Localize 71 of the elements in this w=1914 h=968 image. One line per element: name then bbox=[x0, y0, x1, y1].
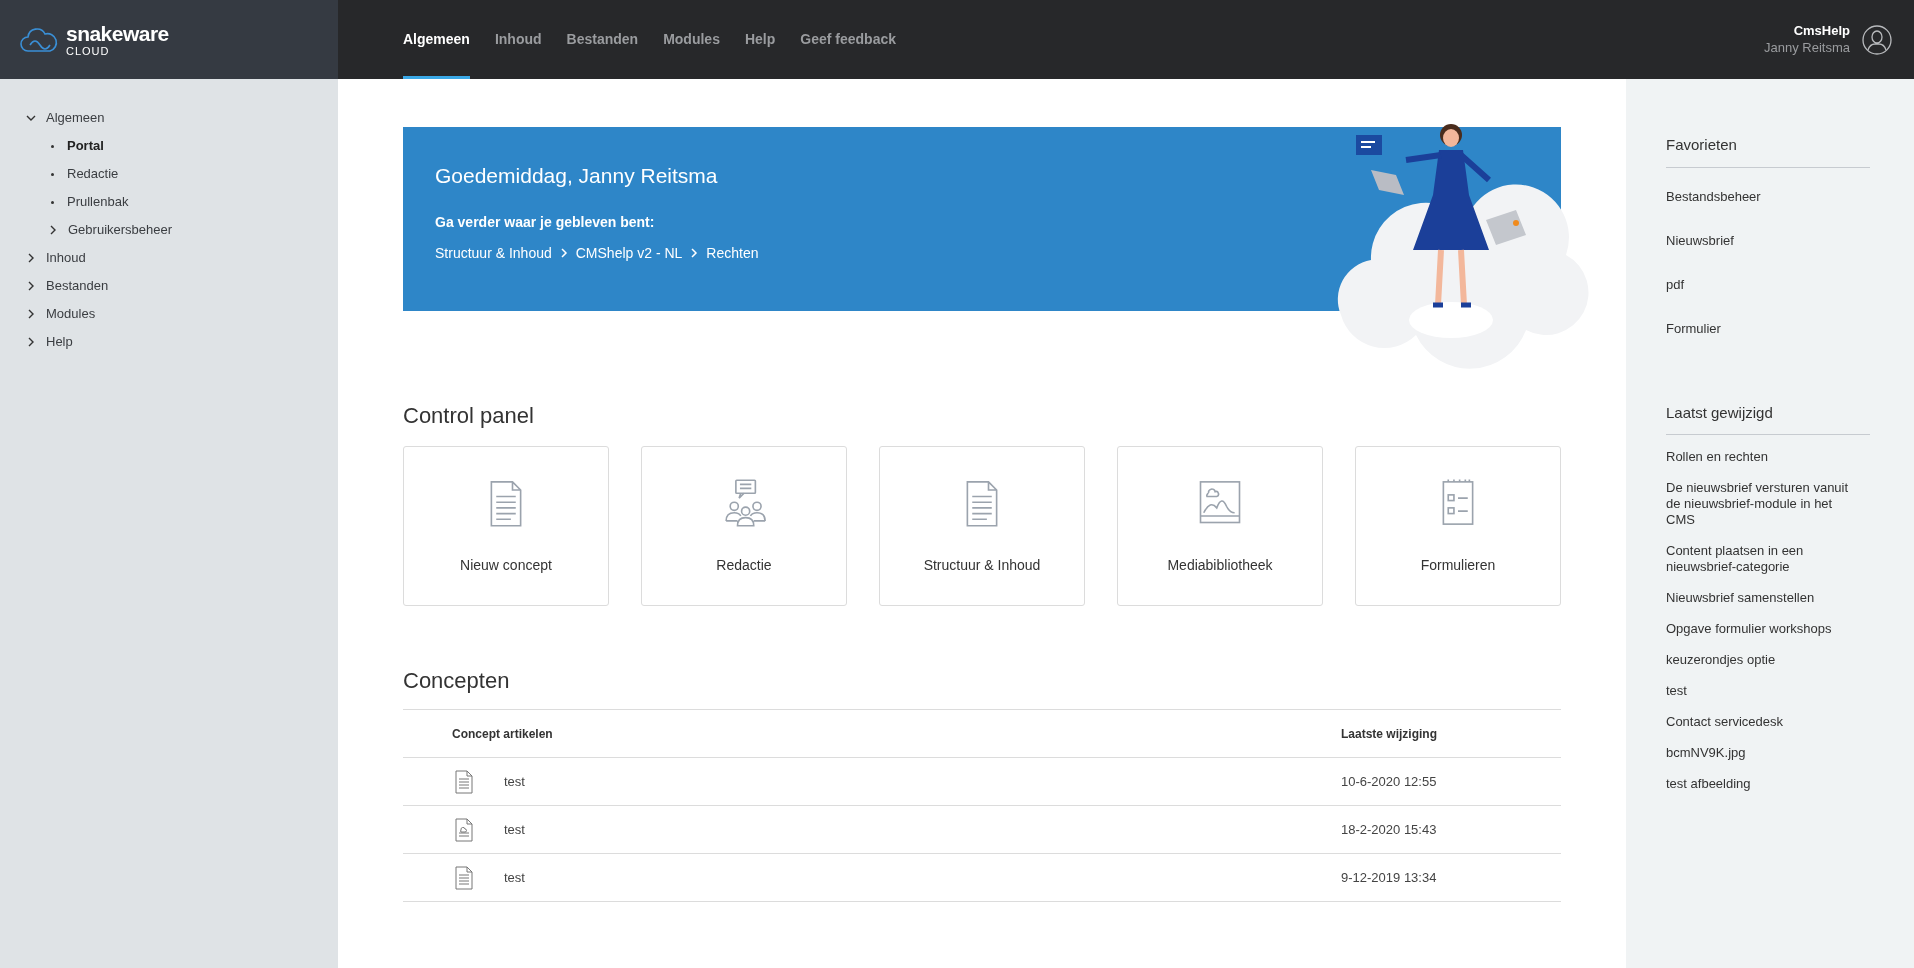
recent-link[interactable]: Content plaatsen in een nieuwsbrief-categorie bbox=[1666, 543, 1856, 575]
recent-link[interactable]: Rollen en rechten bbox=[1666, 449, 1856, 465]
chevron-right-icon[interactable] bbox=[48, 225, 58, 235]
document-icon bbox=[454, 769, 474, 794]
chevron-right-icon[interactable] bbox=[26, 309, 36, 319]
table-cell-text: 18-2-2020 15:43 bbox=[1341, 820, 1438, 839]
nav-tab[interactable]: Geef feedback bbox=[800, 0, 896, 79]
user-avatar-icon[interactable] bbox=[1862, 24, 1892, 55]
site-name: CmsHelp bbox=[1793, 23, 1850, 40]
document-icon bbox=[454, 865, 474, 890]
chevron-right-icon[interactable] bbox=[26, 281, 36, 291]
sidebar-item[interactable]: Modules bbox=[46, 304, 96, 324]
image-document-icon bbox=[454, 817, 474, 842]
control-panel-tile[interactable]: Mediabibliotheek bbox=[1117, 446, 1323, 606]
concept-title-link[interactable]: test bbox=[504, 869, 525, 885]
sidebar-item[interactable]: Redactie bbox=[67, 164, 119, 184]
nav-tab[interactable]: Algemeen bbox=[403, 0, 470, 79]
recent-link[interactable]: Contact servicedesk bbox=[1666, 714, 1856, 730]
control-panel-tile[interactable]: Nieuw concept bbox=[403, 446, 609, 606]
control-panel-tile[interactable]: Structuur & Inhoud bbox=[879, 446, 1085, 606]
panel-heading: Laatst gewijzigd bbox=[1666, 401, 1870, 435]
brand-subtitle: CLOUD bbox=[66, 45, 111, 57]
nav-tab[interactable]: Modules bbox=[663, 0, 720, 79]
continue-label: Ga verder waar je gebleven bent: bbox=[435, 212, 656, 232]
panel-heading: Favorieten bbox=[1666, 134, 1870, 168]
chevron-right-icon[interactable] bbox=[26, 337, 36, 347]
user-name: Janny Reitsma bbox=[1764, 39, 1850, 56]
chevron-down-icon[interactable] bbox=[26, 113, 36, 123]
column-header: Concept artikelen bbox=[451, 725, 554, 743]
sidebar-item[interactable]: Inhoud bbox=[46, 248, 86, 268]
section-heading: Concepten bbox=[403, 667, 511, 695]
concept-title-link[interactable]: test bbox=[504, 821, 525, 837]
sidebar-item[interactable]: Bestanden bbox=[46, 276, 109, 296]
chevron-right-icon[interactable] bbox=[26, 253, 36, 263]
sidebar-item[interactable]: Prullenbak bbox=[67, 192, 129, 212]
sidebar-item[interactable]: Gebruikersbeheer bbox=[68, 220, 173, 240]
bullet-icon bbox=[51, 200, 54, 204]
sidebar-item[interactable]: Help bbox=[46, 332, 73, 352]
recent-link[interactable]: keuzerondjes optie bbox=[1666, 652, 1856, 668]
breadcrumb-link[interactable]: Structuur & Inhoud bbox=[435, 242, 552, 264]
brand-name: snakeware bbox=[66, 22, 169, 44]
bullet-icon bbox=[51, 172, 54, 176]
nav-tab[interactable]: Bestanden bbox=[566, 0, 639, 79]
sidebar-item[interactable]: Algemeen bbox=[46, 108, 105, 128]
column-header: Laatste wijziging bbox=[1341, 725, 1438, 743]
breadcrumb-link[interactable]: CMShelp v2 - NL bbox=[575, 242, 683, 264]
breadcrumb-link[interactable]: Rechten bbox=[706, 242, 759, 264]
favorite-link[interactable]: Nieuwsbrief bbox=[1666, 232, 1734, 248]
nav-tab[interactable]: Help bbox=[744, 0, 776, 79]
recent-link[interactable]: Nieuwsbrief samenstellen bbox=[1666, 590, 1856, 606]
table-cell-text: 9-12-2019 13:34 bbox=[1341, 868, 1438, 887]
recent-link[interactable]: Opgave formulier workshops bbox=[1666, 621, 1856, 637]
control-panel-tile[interactable]: Formulieren bbox=[1355, 446, 1561, 606]
recent-link[interactable]: bcmNV9K.jpg bbox=[1666, 745, 1856, 761]
favorite-link[interactable]: Bestandsbeheer bbox=[1666, 188, 1761, 204]
chevron-right-icon bbox=[559, 248, 568, 258]
bullet-icon bbox=[51, 144, 54, 148]
concept-title-link[interactable]: test bbox=[504, 773, 525, 789]
recent-link[interactable]: test bbox=[1666, 683, 1856, 699]
greeting-heading: Goedemiddag, Janny Reitsma bbox=[435, 163, 719, 189]
table-cell-text: 10-6-2020 12:55 bbox=[1341, 772, 1438, 791]
favorite-link[interactable]: pdf bbox=[1666, 276, 1685, 292]
nav-tab[interactable]: Inhoud bbox=[494, 0, 542, 79]
chevron-right-icon bbox=[690, 248, 699, 258]
recent-link[interactable]: De nieuwsbrief versturen vanuit de nieuwsbrief-module in het CMS bbox=[1666, 480, 1856, 528]
cloud-logo-icon bbox=[20, 26, 58, 53]
section-heading: Control panel bbox=[403, 402, 535, 430]
favorite-link[interactable]: Formulier bbox=[1666, 320, 1721, 336]
control-panel-tile[interactable]: Redactie bbox=[641, 446, 847, 606]
recent-link[interactable]: test afbeelding bbox=[1666, 776, 1856, 792]
sidebar-item[interactable]: Portal bbox=[67, 136, 104, 156]
